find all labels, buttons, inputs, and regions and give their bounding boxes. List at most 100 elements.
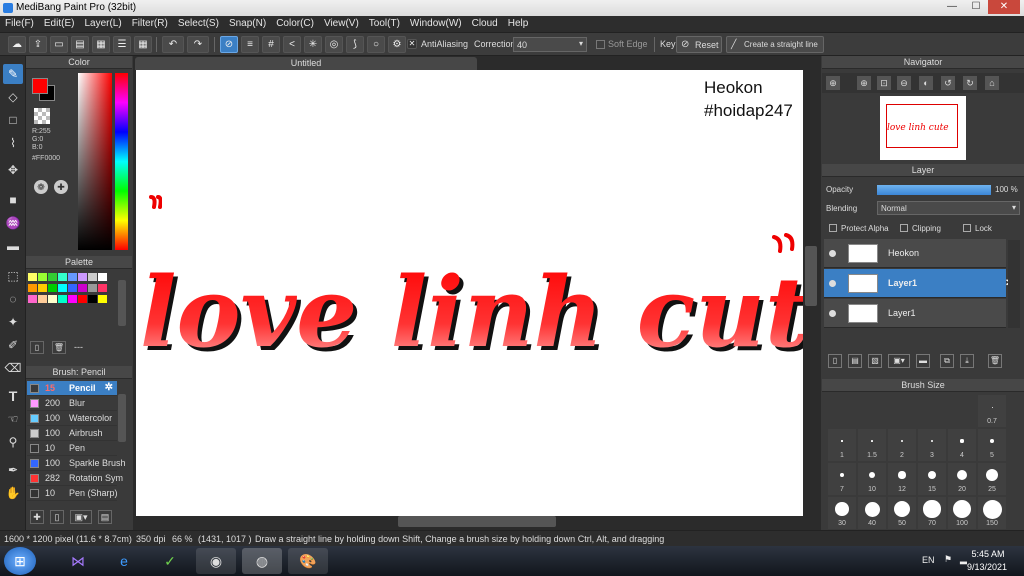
vertical-scrollbar[interactable] (805, 246, 817, 306)
menu-filter[interactable]: Filter(R) (127, 16, 173, 31)
palette-swatch[interactable] (48, 284, 57, 292)
list-icon[interactable]: ☰ (113, 36, 131, 53)
lasso-icon[interactable]: ◌ (3, 289, 23, 309)
menu-cloud[interactable]: Cloud (467, 16, 503, 31)
magic-wand-icon[interactable]: ✦ (3, 312, 23, 332)
lock-checkbox[interactable] (963, 224, 971, 232)
color-wheel-icon[interactable]: ❁ (34, 180, 48, 194)
brush-size-option[interactable]: 3 (918, 429, 946, 461)
zoom-fit-icon[interactable]: ⊕ (826, 76, 840, 90)
layer-item[interactable]: Layer1 (824, 299, 1006, 328)
palette-swatch[interactable] (38, 273, 47, 281)
maximize-button[interactable]: ☐ (964, 0, 988, 14)
undo-icon[interactable]: ↶ (162, 36, 184, 53)
zoom-in-icon[interactable]: ⊕ (857, 76, 871, 90)
palette-swatch[interactable] (78, 273, 87, 281)
menu-snap[interactable]: Snap(N) (224, 16, 271, 31)
clipping-checkbox[interactable] (900, 224, 908, 232)
palette-swatch[interactable] (28, 273, 37, 281)
primary-color-front[interactable] (32, 78, 48, 94)
menu-layer[interactable]: Layer(L) (79, 16, 126, 31)
correction-dropdown[interactable]: 40 ▾ (513, 37, 587, 52)
brush-size-option[interactable]: 150 (978, 497, 1006, 529)
document-tab[interactable]: Untitled (135, 57, 477, 70)
opacity-slider[interactable] (877, 185, 991, 195)
close-button[interactable]: ✕ (988, 0, 1020, 14)
snap-off-icon[interactable]: ⊘ (220, 36, 238, 53)
drawing-canvas[interactable]: Heokon #hoidap247 love linh cute love li… (136, 70, 803, 516)
chrome-icon[interactable]: ◉ (196, 548, 236, 574)
move-tool-icon[interactable]: ✥ (3, 160, 23, 180)
shape-tool-icon[interactable]: ■ (3, 190, 23, 210)
duplicate-layer-icon[interactable]: ⧉ (940, 354, 954, 368)
zoom-actual-icon[interactable]: ⊡ (877, 76, 891, 90)
palette-swatch[interactable] (88, 295, 97, 303)
menu-file[interactable]: File(F) (0, 16, 39, 31)
brush-size-option[interactable]: 15 (918, 463, 946, 495)
brush-size-option[interactable]: 100 (948, 497, 976, 529)
new-palette-icon[interactable]: ▯ (30, 341, 44, 354)
brush-item[interactable]: 15 Pencil ✲ (27, 381, 117, 396)
zoom-out-icon[interactable]: ⊖ (897, 76, 911, 90)
brush-size-option[interactable]: 40 (858, 497, 886, 529)
palette-swatch[interactable] (68, 273, 77, 281)
reset-button[interactable]: ⊘ Reset (676, 36, 722, 53)
document-icon[interactable]: ▦ (92, 36, 110, 53)
brush-size-option[interactable]: 2 (888, 429, 916, 461)
select-eraser-icon[interactable]: ⌫ (3, 358, 23, 378)
menu-window[interactable]: Window(W) (405, 16, 467, 31)
clock-time[interactable]: 5:45 AM (968, 549, 1008, 559)
palette-swatch[interactable] (48, 295, 57, 303)
navigator-preview[interactable]: love linh cute (880, 96, 966, 160)
layer-scrollbar[interactable] (1008, 240, 1020, 328)
settings-icon[interactable]: ⚙ (388, 36, 406, 53)
brush-item[interactable]: 10 Pen (27, 441, 117, 456)
brush-scrollbar[interactable] (118, 394, 126, 442)
brush-item[interactable]: 200 Blur (27, 396, 117, 411)
new-layer-icon[interactable]: ▯ (828, 354, 842, 368)
straight-line-button[interactable]: ╱ Create a straight line (726, 36, 824, 53)
gradient-tool-icon[interactable]: ▬ (3, 236, 23, 256)
delete-palette-icon[interactable]: 🗑 (52, 341, 66, 354)
brush-size-option[interactable]: 7 (828, 463, 856, 495)
saturation-value-box[interactable] (78, 73, 112, 250)
parallel-snap-icon[interactable]: ≡ (241, 36, 259, 53)
flip-icon[interactable]: ◐ (919, 76, 933, 90)
brush-size-option[interactable]: 30 (828, 497, 856, 529)
concentric-icon[interactable]: ◎ (325, 36, 343, 53)
palette-swatch[interactable] (98, 284, 107, 292)
antialiasing-checkbox[interactable]: ✕ (407, 39, 417, 49)
brush-item[interactable]: 100 Sparkle Brush (27, 456, 126, 471)
color-add-icon[interactable]: ✚ (54, 180, 68, 194)
operation-tool-icon[interactable]: ☜ (3, 409, 23, 429)
brush-item[interactable]: 10 Pen (Sharp) (27, 486, 118, 501)
folder-icon[interactable]: ▬ (916, 354, 930, 368)
eraser-tool-icon[interactable]: ◇ (3, 87, 23, 107)
gear-icon[interactable]: ✲ (105, 382, 113, 393)
menu-edit[interactable]: Edit(E) (39, 16, 80, 31)
eyedropper-icon[interactable]: ⚲ (3, 432, 23, 452)
palette-scrollbar[interactable] (118, 280, 126, 326)
protect-alpha-checkbox[interactable] (829, 224, 837, 232)
brush-size-option[interactable]: 4 (948, 429, 976, 461)
brush-size-option[interactable]: 50 (888, 497, 916, 529)
brush-size-option[interactable]: 70 (918, 497, 946, 529)
menu-tool[interactable]: Tool(T) (364, 16, 405, 31)
hand-tool-icon[interactable]: ✋ (3, 483, 23, 503)
rotate-right-icon[interactable]: ↻ (963, 76, 977, 90)
palette-swatch[interactable] (98, 295, 107, 303)
palette-swatch[interactable] (78, 295, 87, 303)
visibility-icon[interactable] (829, 280, 836, 287)
visibility-icon[interactable] (829, 250, 836, 257)
layer-add-menu-icon[interactable]: ▣▾ (888, 354, 910, 368)
grid-snap-icon[interactable]: # (262, 36, 280, 53)
bucket-tool-icon[interactable]: ♒ (3, 213, 23, 233)
curve-snap-icon[interactable]: ⟆ (346, 36, 364, 53)
brush-size-option[interactable]: 12 (888, 463, 916, 495)
brush-size-option[interactable]: 0.7 (978, 395, 1006, 427)
share-icon[interactable]: ⇪ (29, 36, 47, 53)
brush-item[interactable]: 282 Rotation Sym (27, 471, 123, 486)
palette-swatch[interactable] (38, 295, 47, 303)
medibang-icon[interactable]: ◍ (242, 548, 282, 574)
pen-tool-icon[interactable]: ✒ (3, 460, 23, 480)
